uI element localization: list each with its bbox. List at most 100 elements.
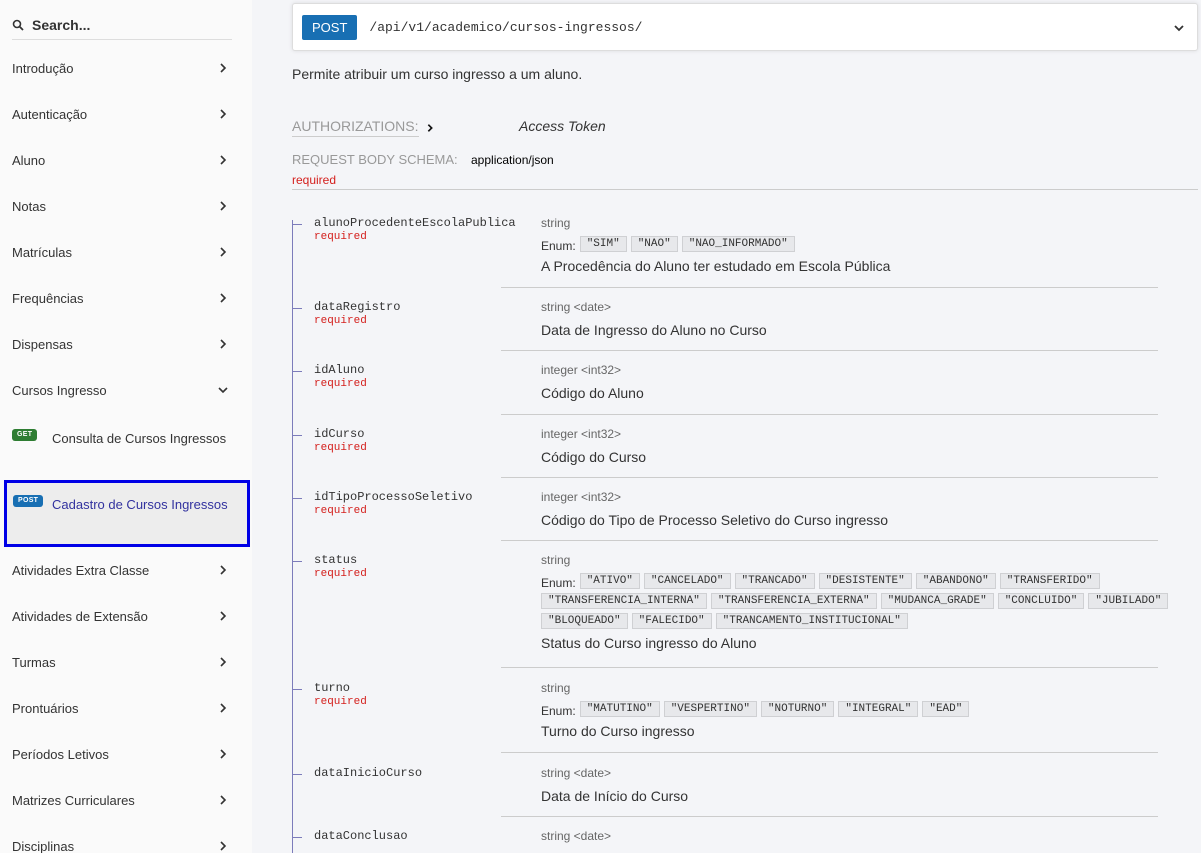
sidebar-item-atividades-de-extensao[interactable]: Atividades de Extensão: [0, 593, 252, 639]
enum-value: "NOTURNO": [760, 701, 835, 717]
tree-branch: [292, 220, 293, 229]
divider: [501, 540, 1158, 541]
field-description: Turno do Curso ingresso: [541, 723, 695, 739]
sidebar-item-label: Períodos Letivos: [12, 746, 109, 762]
field-details: string <date>: [541, 829, 1198, 849]
field-required: required: [314, 378, 367, 390]
sidebar-item-dispensas[interactable]: Dispensas: [0, 321, 252, 367]
field-type: integer <int32>: [541, 427, 622, 441]
sidebar-item-atividades-extra-classe[interactable]: Atividades Extra Classe: [0, 547, 252, 593]
enum-value: "MUDANCA_GRADE": [880, 593, 994, 609]
enum-value: "TRANSFERENCIA_INTERNA": [541, 593, 707, 609]
sidebar-item-periodos-letivos[interactable]: Períodos Letivos: [0, 731, 252, 777]
field-required: required: [314, 315, 367, 327]
enum-label: Enum:: [541, 576, 576, 590]
endpoint-description: Permite atribuir um curso ingresso a um …: [292, 66, 583, 82]
sidebar-item-disciplinas[interactable]: Disciplinas: [0, 823, 252, 853]
field-type: string <date>: [541, 829, 612, 843]
sidebar-item-label: Dispensas: [12, 336, 73, 352]
field-type: string <date>: [541, 300, 612, 314]
field-details: string <date> Data de Início do Curso: [541, 766, 1198, 804]
field-description: Data de Início do Curso: [541, 788, 689, 804]
sidebar-subitem-cadastro-cursos-ingressos[interactable]: POST Cadastro de Cursos Ingressos: [4, 480, 250, 547]
sidebar-item-label: Turmas: [12, 654, 56, 670]
sidebar-item-label: Prontuários: [12, 700, 79, 716]
sidebar-item-introducao[interactable]: Introdução: [0, 45, 252, 91]
field-type: string: [541, 681, 571, 695]
sidebar-item-notas[interactable]: Notas: [0, 183, 252, 229]
sidebar: Introdução Autenticação Aluno Notas Matr…: [0, 0, 252, 853]
field-details: string Enum: "ATIVO" "CANCELADO" "TRANCADO"…: [541, 553, 1198, 651]
field-name: alunoProcedenteEscolaPublica: [314, 216, 516, 230]
authorizations-toggle[interactable]: AUTHORIZATIONS:: [292, 118, 435, 137]
chevron-right-icon: [220, 795, 227, 805]
request-body-content-type: application/json: [471, 153, 554, 167]
search-icon: [12, 19, 24, 31]
chevron-right-icon: [220, 293, 227, 303]
field-details: integer <int32> Código do Aluno: [541, 363, 1198, 401]
chevron-right-icon: [220, 201, 227, 211]
field-description: Status do Curso ingresso do Aluno: [541, 635, 757, 651]
enum-value: "NAO": [630, 236, 678, 252]
tree-branch: [292, 774, 302, 775]
divider: [501, 350, 1158, 351]
enum-value: "TRANCAMENTO_INSTITUCIONAL": [715, 613, 908, 629]
field-details: integer <int32> Código do Curso: [541, 427, 1198, 465]
tree-branch: [292, 770, 293, 779]
sidebar-item-matrizes-curriculares[interactable]: Matrizes Curriculares: [0, 777, 252, 823]
chevron-right-icon: [220, 155, 227, 165]
sidebar-item-aluno[interactable]: Aluno: [0, 137, 252, 183]
field-details: string <date> Data de Ingresso do Aluno …: [541, 300, 1198, 338]
field-required: required: [314, 696, 367, 708]
tree-branch: [292, 371, 302, 372]
divider: [501, 414, 1158, 415]
endpoint-bar[interactable]: POST /api/v1/academico/cursos-ingressos/: [292, 3, 1198, 51]
field-name: dataConclusao: [314, 829, 408, 843]
sidebar-item-matriculas[interactable]: Matrículas: [0, 229, 252, 275]
field-details: string Enum: "SIM" "NAO" "NAO_INFORMADO" A …: [541, 216, 1198, 274]
chevron-right-icon: [220, 657, 227, 667]
enum-value: "ABANDONO": [915, 573, 996, 589]
sidebar-item-frequencias[interactable]: Frequências: [0, 275, 252, 321]
field-name: turno: [314, 681, 351, 695]
schema-tree-line: [292, 224, 293, 853]
tree-branch: [292, 435, 302, 436]
chevron-right-icon: [427, 123, 433, 132]
search-input[interactable]: [32, 16, 212, 33]
field-description: A Procedência do Aluno ter estudado em E…: [541, 258, 891, 274]
field-required: required: [314, 568, 367, 580]
sidebar-item-label: Atividades de Extensão: [12, 608, 148, 624]
enum-value: "CANCELADO": [643, 573, 731, 589]
tree-branch: [292, 689, 302, 690]
divider: [501, 816, 1158, 817]
chevron-down-icon[interactable]: [1173, 22, 1185, 34]
tree-branch: [292, 833, 293, 842]
enum-value: "CONCLUIDO": [997, 593, 1085, 609]
field-type: string: [541, 216, 571, 230]
field-name: dataInicioCurso: [314, 766, 423, 780]
chevron-right-icon: [220, 339, 227, 349]
divider: [501, 477, 1158, 478]
field-details: string Enum: "MATUTINO" "VESPERTINO" "NOTUR…: [541, 681, 1198, 739]
sidebar-subitem-consulta-cursos-ingressos[interactable]: GET Consulta de Cursos Ingressos: [0, 414, 252, 481]
sidebar-item-cursos-ingresso[interactable]: Cursos Ingresso: [0, 367, 252, 413]
endpoint-path: /api/v1/academico/cursos-ingressos/: [369, 19, 643, 35]
enum-value: "FALECIDO": [631, 613, 712, 629]
sidebar-item-prontuarios[interactable]: Prontuários: [0, 685, 252, 731]
tree-branch: [292, 308, 302, 309]
http-method-badge: POST: [302, 14, 358, 40]
chevron-right-icon: [220, 611, 227, 621]
enum-label: Enum:: [541, 704, 576, 718]
field-details: integer <int32> Código do Tipo de Proces…: [541, 490, 1198, 528]
field-name: idCurso: [314, 427, 365, 441]
sidebar-item-label: Introdução: [12, 60, 74, 76]
field-description: Data de Ingresso do Aluno no Curso: [541, 322, 767, 338]
chevron-right-icon: [220, 841, 227, 851]
sidebar-item-label: Aluno: [12, 152, 46, 168]
field-name: idAluno: [314, 363, 365, 377]
get-method-badge: GET: [12, 429, 38, 441]
field-name: dataRegistro: [314, 300, 401, 314]
enum-value: "NAO_INFORMADO": [681, 236, 795, 252]
sidebar-item-turmas[interactable]: Turmas: [0, 639, 252, 685]
sidebar-item-autenticacao[interactable]: Autenticação: [0, 91, 252, 137]
